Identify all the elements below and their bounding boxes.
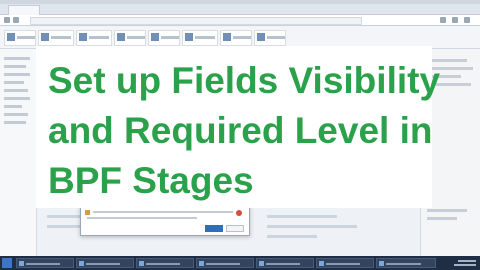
system-tray	[448, 258, 478, 268]
browser-tab[interactable]	[8, 5, 40, 15]
video-title: Set up Fields Visibility and Required Le…	[48, 56, 441, 206]
error-icon	[236, 210, 242, 216]
navigation-pane	[0, 49, 37, 256]
settings-icon[interactable]	[440, 17, 446, 23]
dialog-ok-button[interactable]	[205, 225, 223, 232]
address-bar[interactable]	[30, 17, 362, 25]
taskbar-item[interactable]	[376, 258, 436, 268]
warning-icon	[85, 210, 90, 215]
windows-start-icon[interactable]	[2, 258, 12, 268]
ribbon-button[interactable]	[220, 30, 252, 46]
taskbar-item[interactable]	[316, 258, 374, 268]
browser-tab-strip	[0, 4, 480, 15]
forward-icon[interactable]	[13, 17, 19, 23]
ribbon-button[interactable]	[254, 30, 286, 46]
taskbar-item[interactable]	[136, 258, 194, 268]
taskbar-item[interactable]	[76, 258, 134, 268]
title-overlay: Set up Fields Visibility and Required Le…	[36, 46, 441, 208]
confirmation-dialog	[80, 206, 250, 236]
title-line-1: Set up Fields Visibility	[48, 60, 441, 101]
ribbon-button[interactable]	[148, 30, 180, 46]
title-line-2: and Required Level in	[48, 110, 433, 151]
taskbar-item[interactable]	[256, 258, 314, 268]
dialog-cancel-button[interactable]	[226, 225, 244, 232]
home-icon[interactable]	[452, 17, 458, 23]
back-icon[interactable]	[4, 17, 10, 23]
ribbon-button[interactable]	[182, 30, 218, 46]
ribbon-button[interactable]	[4, 30, 36, 46]
taskbar-item[interactable]	[16, 258, 74, 268]
taskbar-item[interactable]	[196, 258, 254, 268]
star-icon[interactable]	[464, 17, 470, 23]
ribbon-button[interactable]	[38, 30, 74, 46]
ribbon-button[interactable]	[114, 30, 146, 46]
title-line-3: BPF Stages	[48, 160, 254, 201]
ribbon-button[interactable]	[76, 30, 112, 46]
